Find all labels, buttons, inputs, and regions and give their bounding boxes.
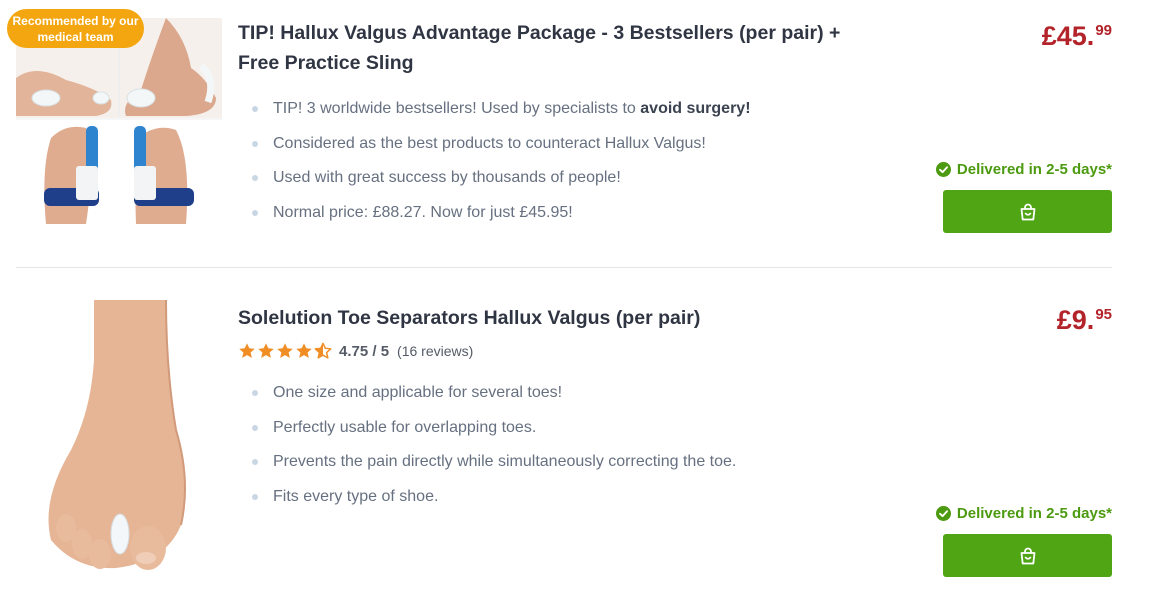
rating-value: 4.75 / 5 xyxy=(339,342,390,360)
star-full-icon xyxy=(239,343,255,358)
bullet-dot xyxy=(252,106,258,112)
product-title[interactable]: Solelution Toe Separators Hallux Valgus … xyxy=(238,303,878,333)
product-title[interactable]: TIP! Hallux Valgus Advantage Package - 3… xyxy=(238,18,878,78)
product-rating[interactable]: 4.75 / 5 (16 reviews) xyxy=(238,341,473,361)
shopping-bag-icon xyxy=(1020,547,1035,564)
product-image[interactable] xyxy=(16,299,212,578)
product-card-toe-separators: Solelution Toe Separators Hallux Valgus … xyxy=(0,268,1160,598)
feature-item: Fits every type of shoe. xyxy=(250,482,736,517)
bullet-dot xyxy=(252,424,258,431)
delivery-status: Delivered in 2-5 days* xyxy=(935,161,1112,178)
price: £9.95 xyxy=(1057,304,1112,336)
price-cents: 99 xyxy=(1095,22,1112,39)
product-photo-foot xyxy=(48,299,186,570)
price-main: £45. xyxy=(1041,21,1095,51)
star-full-icon xyxy=(277,343,293,358)
recommended-badge: Recommended by our medical team xyxy=(7,9,144,48)
product-card-advantage-package: Recommended by our medical team TIP! Hal… xyxy=(0,0,1160,268)
feature-item: One size and applicable for several toes… xyxy=(250,378,736,413)
star-rating xyxy=(238,342,332,360)
bullet-dot xyxy=(252,175,258,182)
delivery-status: Delivered in 2-5 days* xyxy=(935,505,1112,522)
bullet-dot xyxy=(252,390,258,396)
delivery-text: Delivered in 2-5 days* xyxy=(956,505,1112,522)
feature-item: Normal price: £88.27. Now for just £45.9… xyxy=(250,198,751,233)
product-image[interactable] xyxy=(16,18,222,224)
bullet-dot xyxy=(252,493,258,500)
add-to-cart-button[interactable] xyxy=(943,534,1112,577)
feature-item: Considered as the best products to count… xyxy=(250,129,751,164)
star-full-icon xyxy=(258,343,274,358)
feature-item: TIP! 3 worldwide bestsellers! Used by sp… xyxy=(250,94,751,129)
price-main: £9. xyxy=(1056,305,1095,335)
check-circle-icon xyxy=(935,506,951,521)
check-circle-icon xyxy=(935,162,951,177)
shopping-bag-icon xyxy=(1020,203,1035,220)
feature-list: TIP! 3 worldwide bestsellers! Used by sp… xyxy=(250,94,751,232)
star-full-icon xyxy=(296,343,312,358)
price-cents: 95 xyxy=(1095,306,1112,323)
price: £45.99 xyxy=(1042,20,1112,52)
feature-item: Used with great success by thousands of … xyxy=(250,163,751,198)
star-half-icon xyxy=(314,342,332,359)
bullet-dot xyxy=(252,209,258,216)
product-photo-collage xyxy=(16,18,222,224)
add-to-cart-button[interactable] xyxy=(943,190,1112,233)
feature-list: One size and applicable for several toes… xyxy=(250,378,736,516)
bullet-dot xyxy=(252,459,258,466)
feature-item: Prevents the pain directly while simulta… xyxy=(250,447,736,482)
review-count[interactable]: (16 reviews) xyxy=(397,343,473,359)
feature-item: Perfectly usable for overlapping toes. xyxy=(250,413,736,448)
delivery-text: Delivered in 2-5 days* xyxy=(956,161,1112,178)
bullet-dot xyxy=(252,140,258,147)
